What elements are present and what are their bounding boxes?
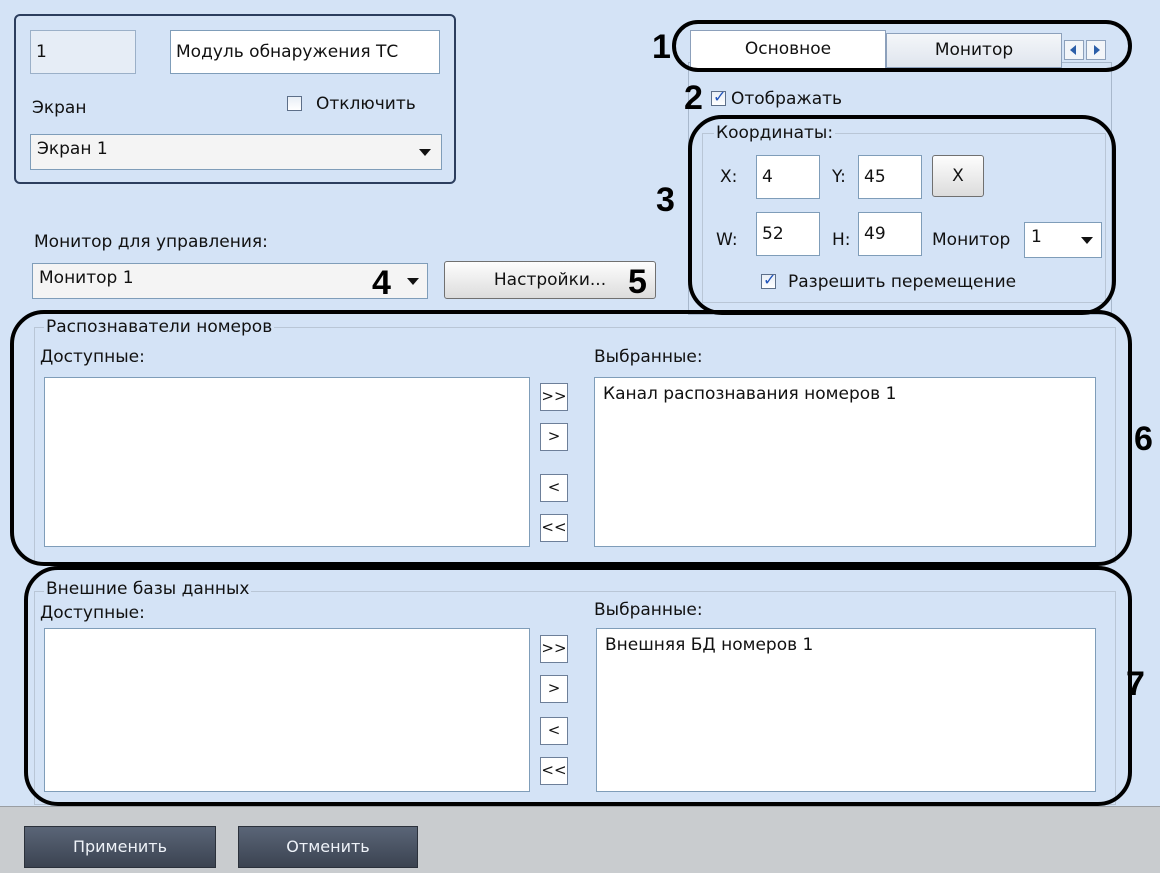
callout-5: 5 (628, 263, 647, 301)
control-monitor-label: Монитор для управления: (34, 232, 268, 252)
screen-select[interactable]: Экран 1 (30, 134, 442, 170)
screen-label: Экран (32, 98, 87, 118)
control-monitor-value: Монитор 1 (39, 268, 134, 288)
callout-ring-7 (24, 566, 1132, 806)
callout-4: 4 (372, 264, 391, 302)
chevron-down-icon (419, 149, 431, 156)
callout-2: 2 (684, 79, 703, 117)
control-monitor-select[interactable]: Монитор 1 (32, 263, 428, 299)
apply-button[interactable]: Применить (24, 826, 216, 868)
callout-ring-1 (672, 20, 1132, 72)
callout-ring-6 (10, 310, 1132, 566)
show-label: Отображать (731, 89, 843, 109)
disable-checkbox[interactable] (287, 96, 302, 111)
callout-ring-3 (688, 115, 1116, 315)
callout-7: 7 (1126, 665, 1145, 703)
screen-select-value: Экран 1 (37, 139, 108, 159)
settings-button[interactable]: Настройки... (444, 261, 656, 299)
chevron-down-icon (407, 278, 419, 285)
callout-1: 1 (652, 28, 671, 66)
disable-label: Отключить (316, 94, 416, 114)
camera-number-field[interactable]: 1 (30, 30, 136, 74)
checkmark-icon: ✓ (713, 87, 727, 106)
cancel-button[interactable]: Отменить (238, 826, 418, 868)
camera-name-field[interactable]: Модуль обнаружения ТС (170, 30, 440, 74)
callout-3: 3 (656, 181, 675, 219)
callout-6: 6 (1134, 420, 1153, 458)
show-checkbox[interactable]: ✓ (711, 87, 726, 106)
